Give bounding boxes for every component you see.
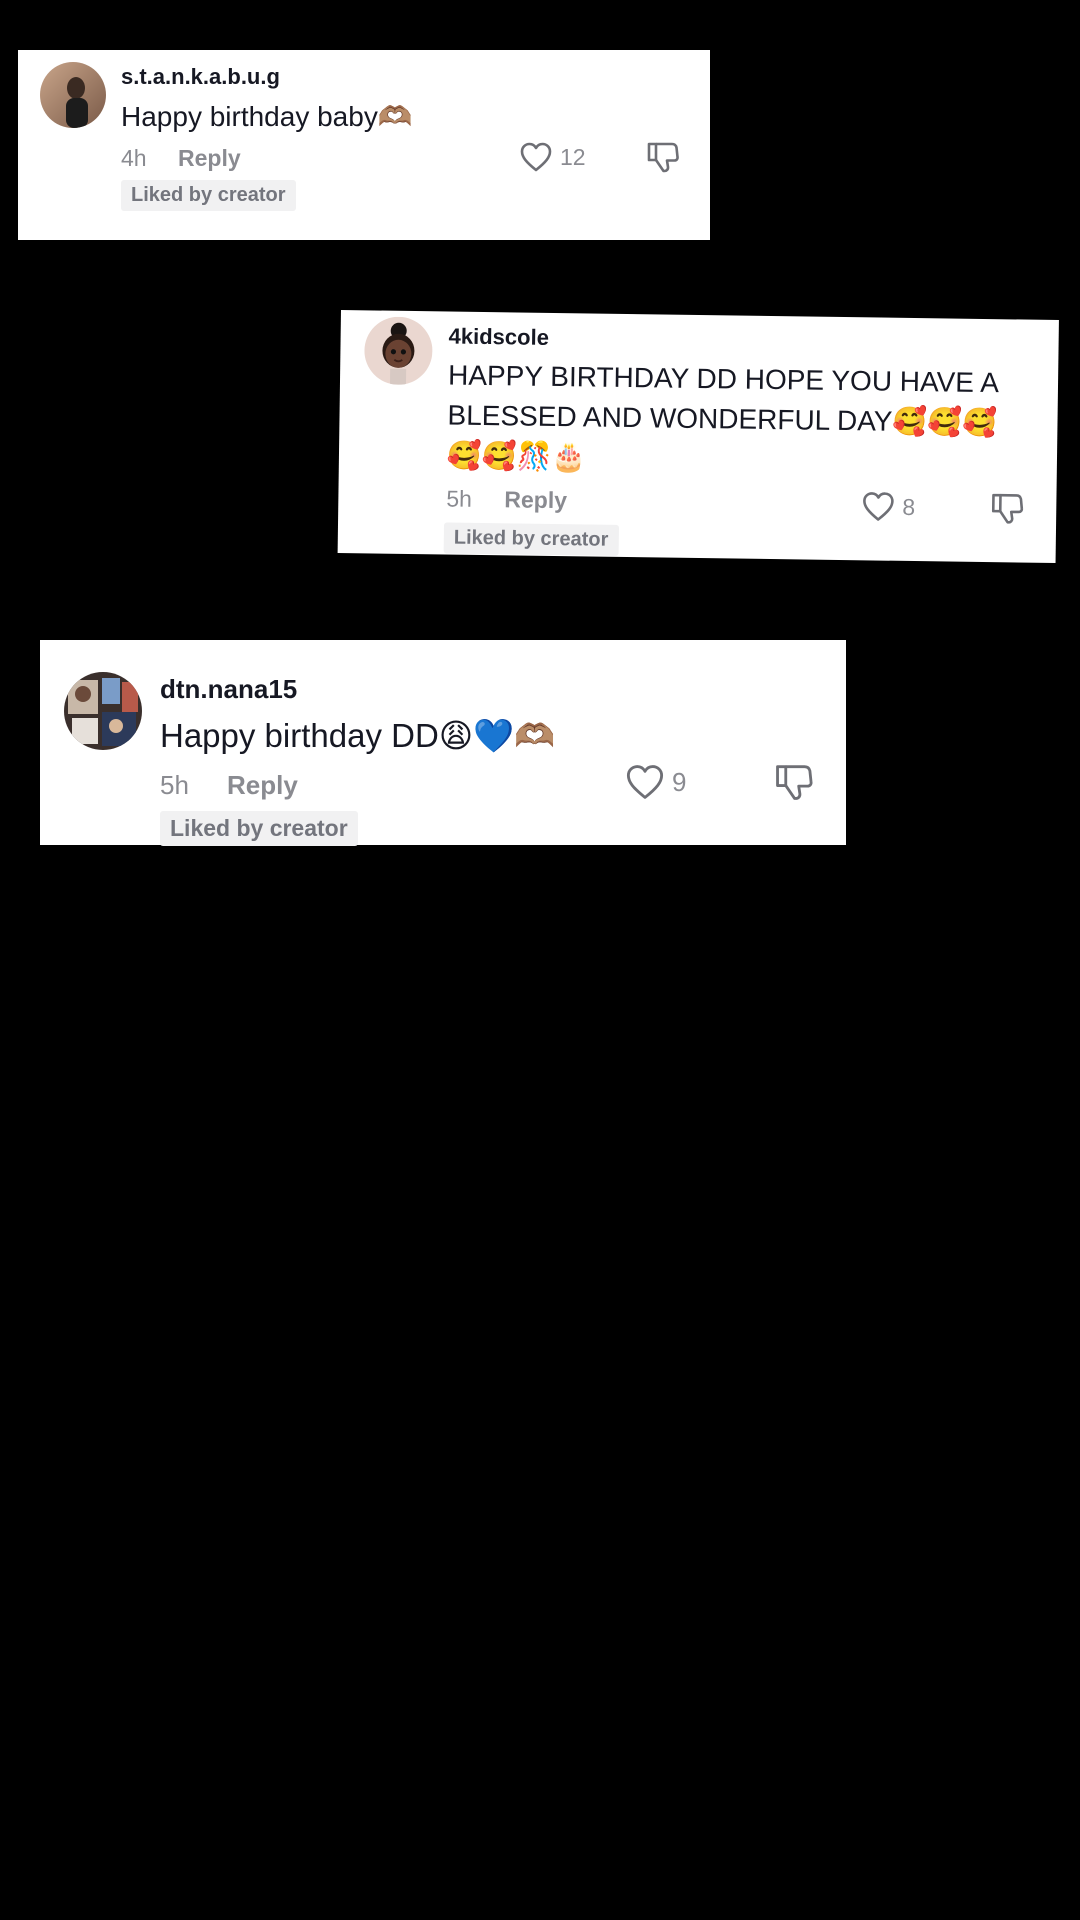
comment-username[interactable]: s.t.a.n.k.a.b.u.g (121, 64, 280, 90)
comment-username[interactable]: dtn.nana15 (160, 674, 297, 705)
avatar[interactable] (64, 672, 142, 750)
heart-outline-icon (626, 765, 664, 799)
smiling-face-hearts-emoji: 🥰🥰🥰 (892, 404, 998, 440)
like-button[interactable]: 9 (626, 764, 686, 800)
dislike-button[interactable] (774, 762, 814, 807)
comment-card: dtn.nana15 Happy birthday DD😩💙🫶🏽 5h Repl… (40, 640, 846, 846)
comment-time: 5h (446, 485, 473, 512)
thumbs-down-icon (991, 493, 1024, 524)
comment-text: Happy birthday baby🫶🏽 (121, 100, 413, 133)
thumbs-down-icon (776, 765, 813, 800)
like-count: 8 (902, 493, 916, 520)
comment-username[interactable]: 4kidscole (448, 324, 549, 351)
liked-by-creator-badge: Liked by creator (160, 811, 358, 846)
like-button[interactable]: 8 (862, 491, 915, 522)
heart-outline-icon (520, 142, 552, 172)
reply-button[interactable]: Reply (227, 770, 298, 801)
like-count: 12 (560, 143, 586, 170)
dislike-button[interactable] (990, 491, 1025, 530)
comment-card: s.t.a.n.k.a.b.u.g Happy birthday baby🫶🏽 … (18, 50, 710, 240)
heart-outline-icon (863, 492, 894, 521)
thumbs-down-icon (647, 142, 679, 173)
reply-button[interactable]: Reply (504, 486, 567, 514)
heart-hands-emoji: 🫶🏽 (377, 100, 413, 133)
emoji-group: 😩💙🫶🏽 (438, 716, 556, 755)
like-count: 9 (672, 766, 687, 797)
liked-by-creator-badge: Liked by creator (121, 180, 296, 211)
emoji-line: 🥰🥰🎊🎂 (446, 438, 587, 474)
comment-text: Happy birthday DD😩💙🫶🏽 (160, 716, 556, 755)
comment-time: 5h (160, 770, 189, 800)
avatar[interactable] (40, 62, 106, 128)
comment-text: HAPPY BIRTHDAY DD HOPE YOU HAVE A BLESSE… (447, 356, 1049, 484)
reply-button[interactable]: Reply (178, 145, 241, 172)
avatar[interactable] (363, 316, 433, 386)
comment-time: 4h (121, 145, 147, 171)
dislike-button[interactable] (646, 140, 680, 179)
like-button[interactable]: 12 (520, 142, 586, 172)
liked-by-creator-badge: Liked by creator (443, 522, 619, 556)
comment-card: 4kidscole HAPPY BIRTHDAY DD HOPE YOU HAV… (337, 310, 1059, 564)
